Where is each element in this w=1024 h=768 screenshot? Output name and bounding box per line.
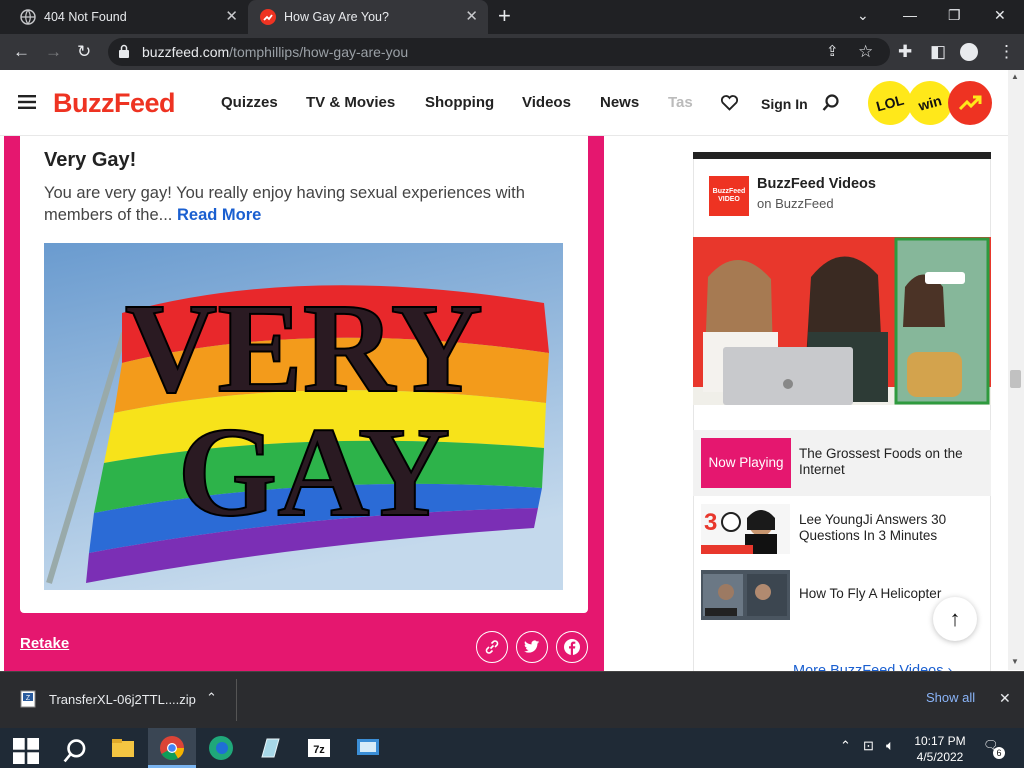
profile-avatar-icon[interactable] (960, 43, 978, 61)
close-tab-icon[interactable]: ✕ (465, 8, 478, 26)
reload-icon[interactable]: ↻ (77, 42, 91, 62)
scroll-down-arrow-icon[interactable]: ▼ (1011, 657, 1019, 666)
bookmark-star-icon[interactable]: ☆ (858, 42, 873, 62)
notification-count: 6 (993, 747, 1005, 759)
download-file-name[interactable]: TransferXL-06j2TTL....zip (49, 692, 196, 707)
video-title[interactable]: The Grossest Foods on the Internet (799, 446, 979, 478)
scroll-to-top-button[interactable]: ↑ (933, 597, 977, 641)
show-all-downloads-button[interactable]: Show all (926, 690, 975, 705)
edge-icon[interactable] (208, 735, 234, 761)
nav-videos[interactable]: Videos (522, 94, 571, 111)
read-more-link[interactable]: Read More (177, 206, 261, 224)
restore-button[interactable]: ❐ (948, 6, 961, 24)
now-playing-label: Now Playing (701, 438, 791, 488)
url-domain: buzzfeed.com (142, 44, 230, 60)
buzzfeed-video-logo[interactable]: BuzzFeed VIDEO (709, 176, 749, 216)
network-icon[interactable]: ⊡ (863, 738, 874, 754)
video-title[interactable]: Lee YoungJi Answers 30 Questions In 3 Mi… (799, 512, 979, 544)
back-arrow-icon[interactable]: ← (13, 42, 30, 62)
twitter-icon (524, 640, 540, 653)
volume-icon[interactable]: 🔈︎ (886, 737, 894, 754)
nav-quizzes[interactable]: Quizzes (221, 94, 278, 111)
file-explorer-icon[interactable] (110, 735, 136, 761)
facebook-share-button[interactable] (556, 631, 588, 663)
address-bar[interactable]: buzzfeed.com/tomphillips/how-gay-are-you (108, 38, 890, 66)
scrollbar-thumb[interactable] (1010, 370, 1021, 388)
url-path: /tomphillips/how-gay-are-you (229, 44, 409, 60)
tab-404[interactable]: 404 Not Found ✕ (8, 0, 248, 34)
forward-arrow-icon[interactable]: → (45, 42, 62, 62)
tab-how-gay-are-you[interactable]: How Gay Are You? ✕ (248, 0, 488, 34)
result-title: Very Gay! (44, 149, 137, 171)
trending-badge[interactable] (948, 81, 992, 125)
scroll-up-arrow-icon[interactable]: ▲ (1011, 72, 1019, 81)
taskbar-search-icon[interactable] (62, 738, 88, 764)
tab-search-chevron-icon[interactable]: ⌄ (857, 6, 869, 24)
7zip-icon[interactable]: 7z (306, 735, 332, 761)
search-icon[interactable] (822, 94, 840, 112)
retake-link[interactable]: Retake (20, 635, 69, 652)
trending-arrow-icon (958, 95, 982, 111)
clock-time: 10:17 PM (914, 734, 966, 748)
video-thumbnail[interactable] (701, 570, 790, 620)
video-thumbnail[interactable]: 3 (701, 504, 790, 554)
side-panel-icon[interactable]: ◧ (930, 42, 946, 62)
download-divider (236, 679, 237, 721)
menu-kebab-icon[interactable]: ⋮ (998, 42, 1015, 62)
notification-center-icon[interactable]: 🗨︎ 6 (983, 738, 1005, 759)
windows-start-icon[interactable] (13, 738, 39, 764)
clock-date: 4/5/2022 (916, 750, 964, 764)
zip-file-icon: Z (20, 690, 36, 708)
heart-icon[interactable] (720, 94, 739, 111)
minimize-button[interactable]: — (903, 6, 917, 24)
sign-in-link[interactable]: Sign In (761, 96, 808, 112)
chevron-up-icon[interactable]: ⌃ (206, 690, 217, 706)
svg-text:3: 3 (704, 509, 717, 536)
taskbar-clock[interactable]: 10:17 PM 4/5/2022 (905, 733, 975, 765)
new-tab-button[interactable]: + (498, 5, 511, 27)
video-player[interactable] (693, 237, 991, 405)
close-tab-icon[interactable]: ✕ (225, 8, 238, 26)
image-text-very: VERY (125, 277, 483, 419)
result-description-text: You are very gay! You really enjoy havin… (44, 184, 525, 224)
channel-name[interactable]: BuzzFeed Videos (757, 176, 876, 192)
copy-link-button[interactable] (476, 631, 508, 663)
globe-icon (20, 9, 36, 25)
link-icon (485, 640, 499, 654)
channel-sub: on BuzzFeed (757, 196, 834, 211)
lock-icon[interactable] (118, 44, 130, 58)
buzzfeed-favicon-icon (260, 9, 276, 25)
notepad-icon[interactable] (257, 735, 283, 761)
rainbow-flag-illustration: VERY GAY (44, 243, 563, 590)
nav-tv-movies[interactable]: TV & Movies (306, 94, 395, 111)
nav-shopping[interactable]: Shopping (425, 94, 494, 111)
hamburger-menu-icon[interactable] (18, 95, 36, 109)
nav-news[interactable]: News (600, 94, 639, 111)
svg-text:Z: Z (26, 695, 31, 702)
tab-title: How Gay Are You? (284, 10, 389, 24)
video-widget-topbar (693, 152, 991, 159)
share-icon[interactable]: ⇪ (826, 42, 839, 62)
extensions-puzzle-icon[interactable]: ✚ (898, 42, 912, 62)
tab-title: 404 Not Found (44, 10, 127, 24)
close-window-button[interactable]: ✕ (994, 6, 1006, 24)
close-download-bar-icon[interactable]: ✕ (999, 690, 1011, 707)
result-description: You are very gay! You really enjoy havin… (44, 182, 574, 226)
nav-tasty-truncated[interactable]: Tas (668, 94, 698, 111)
svg-text:7z: 7z (313, 744, 325, 756)
chrome-icon[interactable] (159, 735, 185, 761)
twitter-share-button[interactable] (516, 631, 548, 663)
helicopter-thumbnail (701, 570, 790, 620)
buzzfeed-logo[interactable]: BuzzFeed (53, 88, 176, 119)
arrow-up-icon: ↑ (949, 606, 961, 631)
control-panel-icon[interactable] (355, 735, 381, 761)
image-text-gay: GAY (178, 401, 451, 543)
facebook-icon (564, 639, 580, 655)
video-frame (693, 237, 991, 405)
show-hidden-icons-chevron-icon[interactable]: ⌃ (840, 738, 851, 754)
result-image: VERY GAY (44, 243, 563, 590)
lee-youngji-thumbnail: 3 (701, 504, 790, 554)
